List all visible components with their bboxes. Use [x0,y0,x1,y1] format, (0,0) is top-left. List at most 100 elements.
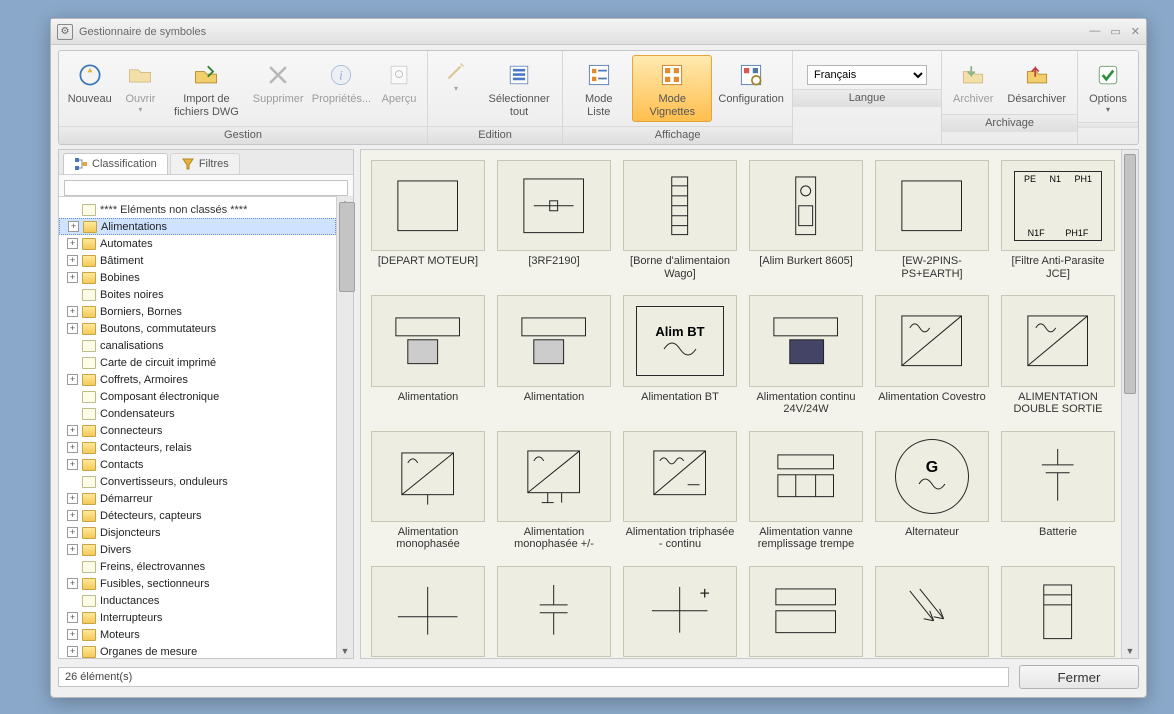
select-all-button[interactable]: Sélectionner tout [482,55,556,122]
maximize-button[interactable]: ▭ [1110,25,1120,38]
configuration-button[interactable]: Configuration [716,55,786,122]
tree-node[interactable]: canalisations [59,337,336,354]
tree-node[interactable]: +Organes de mesure [59,643,336,658]
symbol-card[interactable]: [DEPART MOTEUR] [371,160,485,281]
symbol-card[interactable]: [3RF2190] [497,160,611,281]
tab-filtres[interactable]: Filtres [170,153,240,174]
symbol-label: [Borne d'alimentaion Wago] [623,255,737,281]
tree-node[interactable]: +Bâtiment [59,252,336,269]
expand-toggle-icon[interactable]: + [67,323,78,334]
tree-node[interactable]: +Disjoncteurs [59,524,336,541]
symbol-card[interactable] [371,566,485,658]
symbol-card[interactable]: Alimentation continu 24V/24W [749,295,863,416]
proprietes-button[interactable]: i Propriétés... [310,55,373,122]
symbol-card[interactable]: [Alim Burkert 8605] [749,160,863,281]
tree-node[interactable]: +Moteurs [59,626,336,643]
expand-toggle-icon[interactable]: + [67,238,78,249]
symbol-card[interactable] [497,566,611,658]
apercu-button[interactable]: Aperçu [377,55,421,122]
expand-toggle-icon[interactable]: + [67,306,78,317]
category-tree[interactable]: **** Eléments non classés ****+Alimentat… [59,196,336,658]
langue-select[interactable]: Français [807,65,927,85]
expand-toggle-icon[interactable]: + [67,629,78,640]
tree-node[interactable]: +Contacts [59,456,336,473]
expand-toggle-icon[interactable]: + [67,612,78,623]
import-dwg-button[interactable]: Import de fichiers DWG [166,55,246,122]
tree-node[interactable]: Convertisseurs, onduleurs [59,473,336,490]
tree-node[interactable]: Condensateurs [59,405,336,422]
tree-node[interactable]: Freins, électrovannes [59,558,336,575]
expand-toggle-icon[interactable]: + [67,527,78,538]
tree-node[interactable]: Inductances [59,592,336,609]
ouvrir-button[interactable]: Ouvrir ▾ [118,55,162,122]
fermer-button[interactable]: Fermer [1019,665,1139,689]
tree-node[interactable]: Carte de circuit imprimé [59,354,336,371]
nouveau-button[interactable]: Nouveau [65,55,114,122]
symbol-card[interactable]: ALIMENTATION DOUBLE SORTIE [1001,295,1115,416]
grid-scrollbar[interactable]: ▲ ▼ [1121,150,1138,658]
symbol-card[interactable]: Alimentation monophasée +/- 15VDC [497,431,611,552]
expand-toggle-icon[interactable]: + [67,255,78,266]
options-button[interactable]: Options ▾ [1084,55,1132,118]
edition-dlg-button[interactable]: ▾ [434,55,478,122]
expand-toggle-icon[interactable]: + [67,544,78,555]
desarchiver-button[interactable]: Désarchiver [1002,55,1071,110]
symbol-card[interactable] [1001,566,1115,658]
tree-node[interactable]: +Borniers, Bornes [59,303,336,320]
archiver-button[interactable]: Archiver [948,55,998,110]
symbol-card[interactable]: Alimentation Covestro [875,295,989,416]
tree-node[interactable]: +Démarreur [59,490,336,507]
tree-node[interactable]: Boites noires [59,286,336,303]
expand-toggle-icon[interactable]: + [67,493,78,504]
close-window-button[interactable]: ✕ [1131,25,1140,38]
symbol-card[interactable]: PEN1PH1N1FPH1F[Filtre Anti-Parasite JCE] [1001,160,1115,281]
expand-toggle-icon[interactable]: + [68,221,79,232]
symbol-card[interactable]: Alimentation monophasée [371,431,485,552]
tree-node[interactable]: +Bobines [59,269,336,286]
symbol-card[interactable]: Alimentation [497,295,611,416]
expand-toggle-icon[interactable]: + [67,578,78,589]
mode-liste-button[interactable]: Mode Liste [569,55,628,122]
minimize-button[interactable]: — [1089,25,1100,38]
tree-node[interactable]: +Contacteurs, relais [59,439,336,456]
tab-classification[interactable]: Classification [63,153,168,174]
scroll-down-icon[interactable]: ▼ [337,644,353,658]
symbol-card[interactable]: + [623,566,737,658]
tree-search-box[interactable] [64,180,348,196]
tree-node[interactable]: +Connecteurs [59,422,336,439]
tree-node[interactable]: +Détecteurs, capteurs [59,507,336,524]
symbol-card[interactable] [749,566,863,658]
expand-toggle-icon[interactable]: + [67,510,78,521]
expand-toggle-icon[interactable]: + [67,442,78,453]
expand-toggle-icon[interactable]: + [67,646,78,657]
expand-toggle-icon[interactable]: + [67,459,78,470]
expand-toggle-icon[interactable]: + [67,374,78,385]
expand-toggle-icon[interactable]: + [67,272,78,283]
mode-vignettes-button[interactable]: Mode Vignettes [632,55,712,122]
scroll-down-icon[interactable]: ▼ [1122,644,1138,658]
tree-node[interactable]: +Divers [59,541,336,558]
supprimer-button[interactable]: Supprimer [250,55,305,122]
expand-toggle-icon[interactable]: + [67,425,78,436]
scroll-thumb[interactable] [339,202,355,292]
tree-node[interactable]: **** Eléments non classés **** [59,201,336,218]
tree-node[interactable]: +Boutons, commutateurs [59,320,336,337]
tree-node[interactable]: +Interrupteurs [59,609,336,626]
symbol-card[interactable]: Alim BTAlimentation BT [623,295,737,416]
symbol-card[interactable]: GAlternateur [875,431,989,552]
tree-scrollbar[interactable]: ▲ ▼ [336,196,353,658]
symbol-card[interactable]: Alimentation vanne remplissage trempe [749,431,863,552]
symbol-card[interactable] [875,566,989,658]
symbol-card[interactable]: Batterie [1001,431,1115,552]
scroll-thumb[interactable] [1124,154,1136,394]
symbol-card[interactable]: [EW-2PINS-PS+EARTH] [875,160,989,281]
symbol-card[interactable]: Alimentation triphasée - continu [623,431,737,552]
symbol-card[interactable]: [Borne d'alimentaion Wago] [623,160,737,281]
tree-node[interactable]: +Automates [59,235,336,252]
unarchive-icon [1021,59,1053,91]
tree-node[interactable]: +Alimentations [59,218,336,235]
tree-node[interactable]: +Coffrets, Armoires [59,371,336,388]
symbol-card[interactable]: Alimentation [371,295,485,416]
tree-node[interactable]: +Fusibles, sectionneurs [59,575,336,592]
tree-node[interactable]: Composant électronique [59,388,336,405]
